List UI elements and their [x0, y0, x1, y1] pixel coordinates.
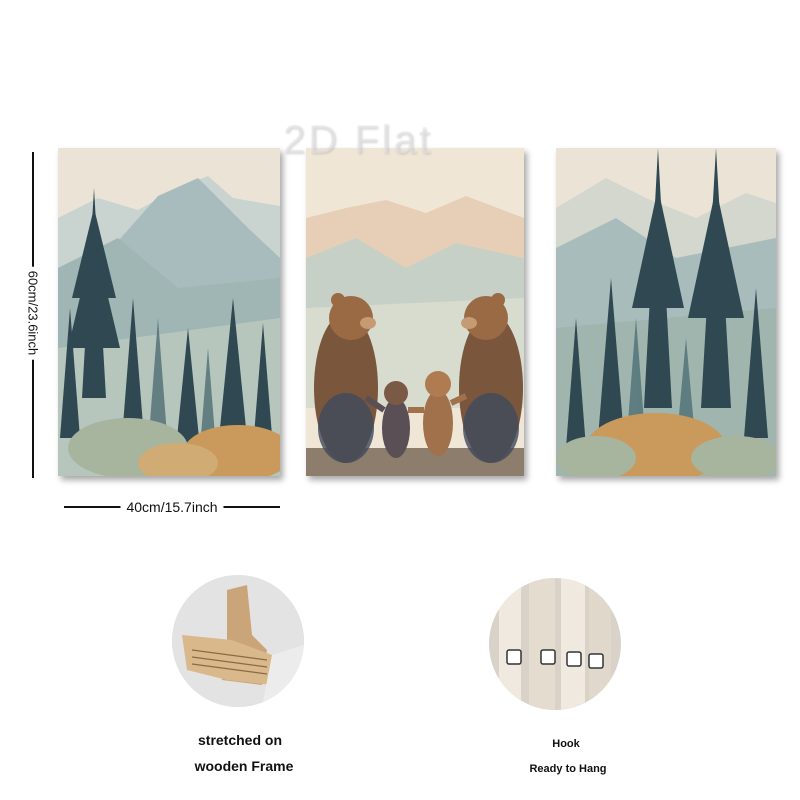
canvas-panel-center — [306, 148, 524, 476]
hook-detail-image — [489, 578, 621, 710]
canvas-panel-right — [556, 148, 776, 476]
wooden-frame-detail-image — [172, 575, 304, 707]
width-dimension-label: 40cm/15.7inch — [120, 499, 224, 515]
watermark: 2D Flat — [283, 118, 433, 162]
wooden-frame-photo — [172, 575, 304, 707]
height-dimension-label: 60cm/23.6inch — [25, 266, 41, 360]
hook-photo — [489, 578, 621, 710]
pine-forest-painting — [556, 148, 776, 476]
hook-caption-line-1: Hook — [552, 738, 580, 750]
hook-caption-line-2: Ready to Hang — [529, 763, 607, 775]
canvas-panel-left — [58, 148, 280, 476]
frame-caption-line-1: stretched on — [197, 732, 283, 748]
mountain-forest-painting — [58, 148, 280, 476]
frame-caption-line-2: wooden Frame — [194, 758, 294, 774]
bear-family-painting — [306, 148, 524, 476]
